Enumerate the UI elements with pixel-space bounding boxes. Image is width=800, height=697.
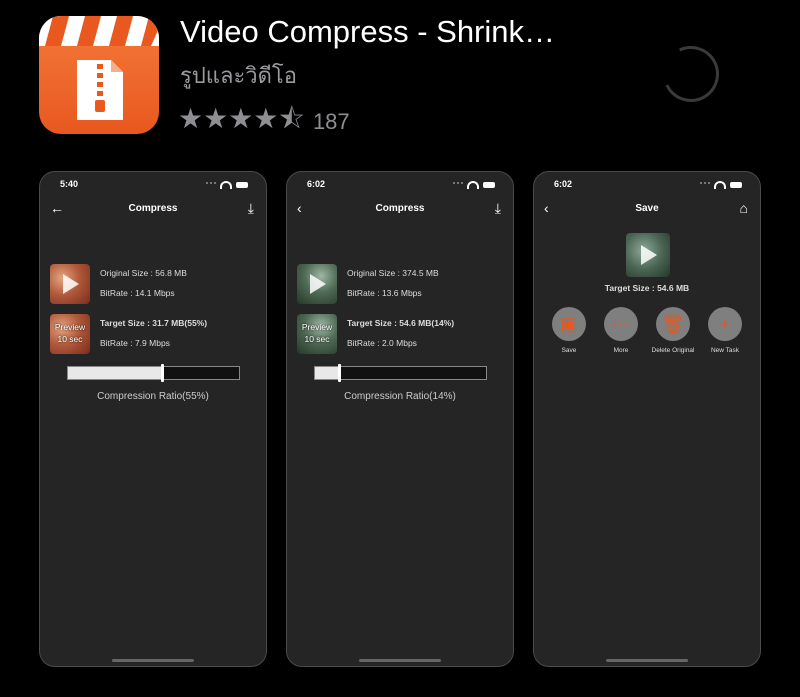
target-size: Target Size : 31.7 MB(55%) bbox=[100, 318, 208, 328]
battery-icon bbox=[483, 182, 495, 188]
original-size: Original Size : 374.5 MB bbox=[347, 268, 439, 278]
delete-original-action-label: Delete Original bbox=[651, 347, 695, 354]
play-icon bbox=[63, 274, 79, 294]
original-video-thumbnail bbox=[50, 264, 90, 304]
screen-title: Save bbox=[635, 203, 659, 214]
play-icon bbox=[310, 274, 326, 294]
new-task-action: + New Task bbox=[700, 307, 750, 354]
original-bitrate: BitRate : 14.1 Mbps bbox=[100, 288, 175, 298]
slider-knob bbox=[337, 364, 341, 382]
target-size: Target Size : 54.6 MB(14%) bbox=[347, 318, 455, 328]
signal-icon bbox=[700, 182, 710, 188]
slider-knob bbox=[161, 364, 165, 382]
battery-icon bbox=[730, 182, 742, 188]
more-action: ··· More bbox=[596, 307, 646, 354]
screen-title: Compress bbox=[128, 203, 178, 214]
signal-icon bbox=[453, 182, 463, 188]
save-action-label: Save bbox=[561, 347, 577, 354]
target-bitrate: BitRate : 2.0 Mbps bbox=[347, 338, 417, 348]
signal-icon bbox=[206, 182, 216, 188]
status-time: 6:02 bbox=[554, 179, 573, 189]
wifi-icon bbox=[467, 181, 479, 189]
plus-icon: + bbox=[708, 307, 742, 341]
screenshot-1[interactable]: 5:40 ← Compress ⤓ Original Size : 56.8 M… bbox=[39, 171, 267, 667]
app-category[interactable]: รูปและวิดีโอ bbox=[180, 58, 297, 93]
status-bar: 6:02 bbox=[534, 179, 760, 193]
wifi-icon bbox=[714, 181, 726, 189]
loading-spinner-icon bbox=[655, 38, 727, 110]
save-action: ▣ Save bbox=[544, 307, 594, 354]
app-icon[interactable] bbox=[39, 16, 159, 134]
compression-slider bbox=[67, 364, 240, 382]
home-indicator bbox=[112, 659, 194, 662]
rating-stars: ★★★★⯪ bbox=[178, 102, 305, 135]
status-time: 5:40 bbox=[60, 179, 79, 189]
download-icon: ⤓ bbox=[494, 200, 501, 216]
home-icon: ⌂ bbox=[739, 200, 748, 216]
more-icon: ··· bbox=[604, 307, 638, 341]
clapperboard-zip-icon bbox=[39, 16, 159, 120]
play-icon bbox=[641, 245, 657, 265]
compression-slider bbox=[314, 364, 487, 382]
save-icon: ▣ bbox=[552, 307, 586, 341]
rating: ★★★★⯪ 187 bbox=[178, 98, 350, 146]
home-indicator bbox=[359, 659, 441, 662]
original-video-thumbnail bbox=[297, 264, 337, 304]
delete-original-action: 🗑 Delete Original bbox=[648, 307, 698, 354]
rating-count: 187 bbox=[312, 109, 350, 134]
battery-icon bbox=[236, 182, 248, 188]
nav-bar: ‹ Compress ⤓ bbox=[287, 200, 513, 220]
output-video-thumbnail bbox=[626, 233, 670, 277]
target-bitrate: BitRate : 7.9 Mbps bbox=[100, 338, 170, 348]
status-bar: 5:40 bbox=[40, 179, 266, 193]
screenshot-3[interactable]: 6:02 ‹ Save ⌂ Target Size : 54.6 MB ▣ Sa… bbox=[533, 171, 761, 667]
screenshot-2[interactable]: 6:02 ‹ Compress ⤓ Original Size : 374.5 … bbox=[286, 171, 514, 667]
compression-ratio-label: Compression Ratio(55%) bbox=[97, 391, 209, 402]
new-task-action-label: New Task bbox=[710, 347, 740, 354]
original-size: Original Size : 56.8 MB bbox=[100, 268, 187, 278]
slider-fill bbox=[68, 367, 163, 379]
compression-ratio-label: Compression Ratio(14%) bbox=[344, 391, 456, 402]
wifi-icon bbox=[220, 181, 232, 189]
more-action-label: More bbox=[613, 347, 629, 354]
nav-bar: ← Compress ⤓ bbox=[40, 200, 266, 220]
home-indicator bbox=[606, 659, 688, 662]
status-bar: 6:02 bbox=[287, 179, 513, 193]
download-icon: ⤓ bbox=[247, 200, 254, 216]
status-time: 6:02 bbox=[307, 179, 326, 189]
preview-thumbnail: Preview 10 sec bbox=[297, 314, 337, 354]
preview-label: Preview 10 sec bbox=[54, 322, 86, 344]
preview-thumbnail: Preview 10 sec bbox=[50, 314, 90, 354]
nav-bar: ‹ Save ⌂ bbox=[534, 200, 760, 220]
screen-title: Compress bbox=[375, 203, 425, 214]
slider-fill bbox=[315, 367, 339, 379]
trash-icon: 🗑 bbox=[656, 307, 690, 341]
original-bitrate: BitRate : 13.6 Mbps bbox=[347, 288, 422, 298]
target-size: Target Size : 54.6 MB bbox=[604, 283, 690, 293]
preview-label: Preview 10 sec bbox=[301, 322, 333, 344]
app-title: Video Compress - Shrink… bbox=[180, 14, 556, 49]
